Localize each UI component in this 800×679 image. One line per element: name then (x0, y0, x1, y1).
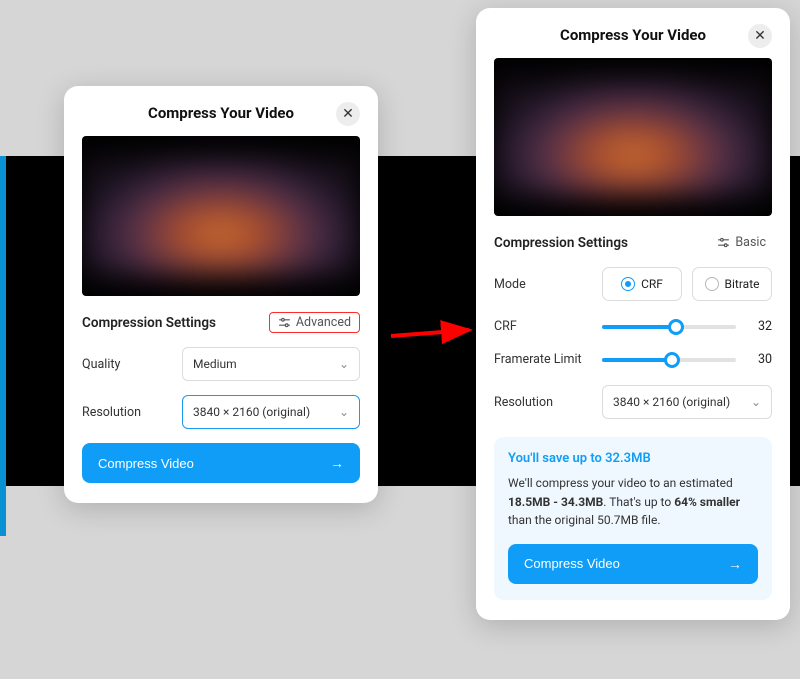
quality-label: Quality (82, 357, 162, 372)
field-crf: CRF 32 (494, 319, 772, 334)
video-preview-frame (82, 156, 360, 276)
compress-dialog-basic: Compress Your Video ✕ Compression Settin… (64, 86, 378, 503)
compress-button[interactable]: Compress Video → (82, 443, 360, 483)
arrow-right-icon: → (330, 455, 344, 471)
compress-dialog-advanced: Compress Your Video ✕ Compression Settin… (476, 8, 790, 620)
compress-button-label: Compress Video (524, 556, 620, 571)
settings-header-row: Compression Settings Advanced (82, 312, 360, 333)
video-preview[interactable] (82, 136, 360, 296)
resolution-select[interactable]: 3840 × 2160 (original) ⌄ (182, 395, 360, 429)
field-mode: Mode CRF Bitrate (494, 267, 772, 301)
compress-button[interactable]: Compress Video → (508, 544, 758, 584)
mode-option-crf[interactable]: CRF (602, 267, 682, 301)
field-resolution-adv: Resolution 3840 × 2160 (original) ⌄ (494, 385, 772, 419)
chevron-down-icon: ⌄ (751, 395, 761, 409)
radio-on-icon (621, 277, 635, 291)
radio-off-icon (705, 277, 719, 291)
savings-headline: You'll save up to 32.3MB (508, 451, 758, 466)
mode-option-bitrate[interactable]: Bitrate (692, 267, 772, 301)
mode-crf-label: CRF (641, 277, 663, 291)
field-quality: Quality Medium ⌄ (82, 347, 360, 381)
resolution-value: 3840 × 2160 (original) (613, 395, 730, 409)
settings-heading: Compression Settings (494, 235, 628, 251)
dialog-title: Compress Your Video (560, 26, 706, 44)
quality-select[interactable]: Medium ⌄ (182, 347, 360, 381)
resolution-select[interactable]: 3840 × 2160 (original) ⌄ (602, 385, 772, 419)
framerate-value: 30 (750, 352, 772, 367)
savings-callout: You'll save up to 32.3MB We'll compress … (494, 437, 772, 600)
video-preview[interactable] (494, 58, 772, 216)
savings-body: We'll compress your video to an estimate… (508, 474, 758, 530)
resolution-label: Resolution (82, 405, 162, 420)
quality-value: Medium (193, 357, 237, 371)
basic-toggle-label: Basic (735, 235, 766, 250)
close-button[interactable]: ✕ (336, 102, 360, 126)
savings-prefix: We'll compress your video to an estimate… (508, 476, 733, 490)
compress-button-label: Compress Video (98, 456, 194, 471)
crf-label: CRF (494, 319, 517, 334)
close-icon: ✕ (754, 28, 766, 44)
dialog-title: Compress Your Video (148, 104, 294, 122)
mode-bitrate-label: Bitrate (725, 277, 760, 291)
crf-slider[interactable] (602, 325, 736, 329)
mode-label: Mode (494, 277, 526, 292)
savings-suffix: than the original 50.7MB file. (508, 513, 661, 527)
savings-range: 18.5MB - 34.3MB (508, 495, 603, 509)
arrow-right-icon: → (728, 556, 742, 572)
framerate-label: Framerate Limit (494, 352, 582, 367)
video-preview-frame (494, 78, 772, 196)
resolution-value: 3840 × 2160 (original) (193, 405, 310, 419)
sliders-icon (278, 316, 291, 329)
crf-value: 32 (750, 319, 772, 334)
savings-pct: 64% smaller (674, 495, 740, 509)
advanced-toggle-label: Advanced (296, 315, 351, 330)
close-button[interactable]: ✕ (748, 24, 772, 48)
field-resolution: Resolution 3840 × 2160 (original) ⌄ (82, 395, 360, 429)
settings-heading: Compression Settings (82, 315, 216, 331)
close-icon: ✕ (342, 106, 354, 122)
savings-mid: . That's up to (603, 495, 674, 509)
chevron-down-icon: ⌄ (339, 405, 349, 419)
slider-knob[interactable] (668, 319, 684, 335)
settings-header-row: Compression Settings Basic (494, 232, 772, 253)
bg-accent-edge (0, 156, 6, 536)
mode-segmented: CRF Bitrate (602, 267, 772, 301)
dialog-header: Compress Your Video ✕ (494, 26, 772, 44)
chevron-down-icon: ⌄ (339, 357, 349, 371)
dialog-header: Compress Your Video ✕ (82, 104, 360, 122)
resolution-label: Resolution (494, 395, 553, 410)
basic-toggle[interactable]: Basic (711, 232, 772, 253)
framerate-slider[interactable] (602, 358, 736, 362)
field-framerate: Framerate Limit 30 (494, 352, 772, 367)
advanced-toggle[interactable]: Advanced (269, 312, 360, 333)
sliders-icon (717, 236, 730, 249)
slider-knob[interactable] (664, 352, 680, 368)
